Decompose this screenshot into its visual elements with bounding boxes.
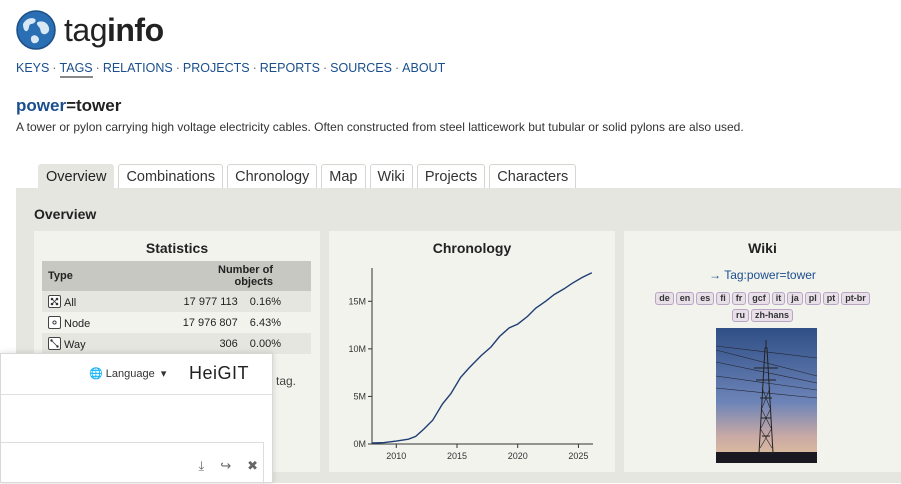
heigit-overlay: 🌐 Language ▾ HeiGIT ⤓ ↪ ✖ xyxy=(0,353,273,484)
type-cell: Way xyxy=(42,333,174,354)
count-cell: 17 976 807 xyxy=(173,312,244,333)
nav-relations[interactable]: RELATIONS xyxy=(103,61,173,75)
nav-sep: · xyxy=(52,61,57,75)
ticks-layer: 2010 2015 2020 2025 0M 5M 10M 15M xyxy=(348,296,588,461)
language-selector[interactable]: 🌐 Language ▾ xyxy=(89,367,166,380)
x-tick-label: 2010 xyxy=(386,451,406,461)
panel-title: Overview xyxy=(34,206,97,222)
globe-icon xyxy=(16,10,56,50)
pct-cell: 0.00% xyxy=(243,333,311,354)
tab-combinations[interactable]: Combinations xyxy=(118,164,224,188)
brand-name: taginfo xyxy=(64,10,164,50)
tag-value: tower xyxy=(76,96,122,115)
lang-badge[interactable]: gcf xyxy=(748,292,770,305)
wiki-page-link[interactable]: → Tag:power=tower xyxy=(624,268,901,282)
y-tick-label: 5M xyxy=(353,391,366,401)
type-label: Way xyxy=(64,338,86,351)
lang-badge[interactable]: it xyxy=(771,292,786,305)
tab-projects[interactable]: Projects xyxy=(416,164,486,188)
pylon-photo[interactable] xyxy=(716,328,817,463)
lang-badge[interactable]: pl xyxy=(804,292,821,305)
wiki-box: Wiki → Tag:power=tower de en es fi fr gcf it ja… xyxy=(624,231,901,472)
lang-badge[interactable]: es xyxy=(696,292,715,305)
brand-part2: info xyxy=(106,12,164,48)
y-tick-label: 10M xyxy=(348,344,366,354)
globe-small-icon: 🌐 xyxy=(89,368,103,380)
wiki-languages: de en es fi fr gcf it ja pl pt pt-br ru zh-hans xyxy=(634,289,891,323)
x-tick-label: 2015 xyxy=(447,451,467,461)
tab-characters[interactable]: Characters xyxy=(489,164,577,188)
count-cell: 306 xyxy=(173,333,244,354)
node-type-icon xyxy=(48,315,61,329)
close-icon[interactable]: ✖ xyxy=(247,458,258,474)
pct-cell: 6.43% xyxy=(243,312,311,333)
caret-down-icon: ▾ xyxy=(157,368,167,380)
nav-tags[interactable]: TAGS xyxy=(59,61,93,78)
pct-cell: 0.16% xyxy=(243,291,311,312)
wiki-title: Wiki xyxy=(748,240,777,256)
tag-description: A tower or pylon carrying high voltage e… xyxy=(16,120,744,134)
type-cell: Node xyxy=(42,312,174,333)
way-type-icon xyxy=(48,336,61,350)
tab-overview[interactable]: Overview xyxy=(38,164,115,188)
nav-keys[interactable]: KEYS xyxy=(16,61,49,75)
main-nav: KEYS · TAGS · RELATIONS · PROJECTS · REPORTS · SOU… xyxy=(16,61,445,78)
type-cell: All xyxy=(42,291,174,312)
table-row: Way 306 0.00% xyxy=(42,333,311,354)
tab-map[interactable]: Map xyxy=(321,164,366,188)
count-cell: 17 977 113 xyxy=(173,291,244,312)
tab-wiki[interactable]: Wiki xyxy=(369,164,413,188)
lang-badge[interactable]: zh-hans xyxy=(750,309,793,322)
nav-projects[interactable]: PROJECTS xyxy=(183,61,250,75)
type-label: Node xyxy=(64,317,91,330)
nav-sep: · xyxy=(252,61,257,75)
statistics-title: Statistics xyxy=(145,240,209,256)
col-count-header: Number of objects xyxy=(173,261,311,291)
tag-equals: = xyxy=(66,96,76,115)
lang-badge[interactable]: pt-br xyxy=(841,292,870,305)
type-label: All xyxy=(64,296,77,309)
tab-bar: Overview Combinations Chronology Map Wik… xyxy=(38,164,580,188)
overlay-tools: ⤓ ↪ ✖ xyxy=(198,458,258,474)
lang-badge[interactable]: fr xyxy=(731,292,747,305)
lang-badge[interactable]: fi xyxy=(716,292,730,305)
nav-sep: · xyxy=(175,61,180,75)
lang-badge[interactable]: en xyxy=(675,292,695,305)
x-tick-label: 2020 xyxy=(508,451,528,461)
nav-sep: · xyxy=(322,61,328,75)
language-label: Language xyxy=(105,368,155,380)
chronology-chart: 2010 2015 2020 2025 0M 5M 10M 15M xyxy=(348,268,593,461)
divider xyxy=(1,394,272,395)
all-type-icon xyxy=(48,294,61,308)
nav-sep: · xyxy=(95,61,100,75)
lang-badge[interactable]: de xyxy=(655,292,674,305)
taginfo-logo[interactable]: taginfo xyxy=(16,10,164,50)
lang-badge[interactable]: ru xyxy=(731,309,749,322)
chronology-box: Chronology 2010 2015 2020 2025 0M 5M 10M 15M xyxy=(329,231,615,472)
nav-reports[interactable]: REPORTS xyxy=(260,61,320,75)
download-icon[interactable]: ⤓ xyxy=(198,458,204,474)
x-tick-label: 2025 xyxy=(568,451,588,461)
tag-key-link[interactable]: power xyxy=(16,96,66,115)
page-title: power=tower xyxy=(16,96,121,116)
table-row: All 17 977 113 0.16% xyxy=(42,291,311,312)
nav-sources[interactable]: SOURCES xyxy=(330,61,392,75)
nav-about[interactable]: ABOUT xyxy=(402,61,445,75)
lang-badge[interactable]: pt xyxy=(822,292,840,305)
y-tick-label: 15M xyxy=(348,296,366,306)
table-row: Node 17 976 807 6.43% xyxy=(42,312,311,333)
tab-chronology[interactable]: Chronology xyxy=(227,164,318,188)
lang-badge[interactable]: ja xyxy=(787,292,803,305)
col-type-header: Type xyxy=(42,261,174,291)
share-icon[interactable]: ↪ xyxy=(220,458,231,474)
brand-part1: tag xyxy=(64,12,107,48)
y-tick-label: 0M xyxy=(353,439,366,449)
chronology-line xyxy=(371,272,593,444)
nav-sep: · xyxy=(394,61,400,75)
heigit-logo[interactable]: HeiGIT xyxy=(189,363,249,384)
